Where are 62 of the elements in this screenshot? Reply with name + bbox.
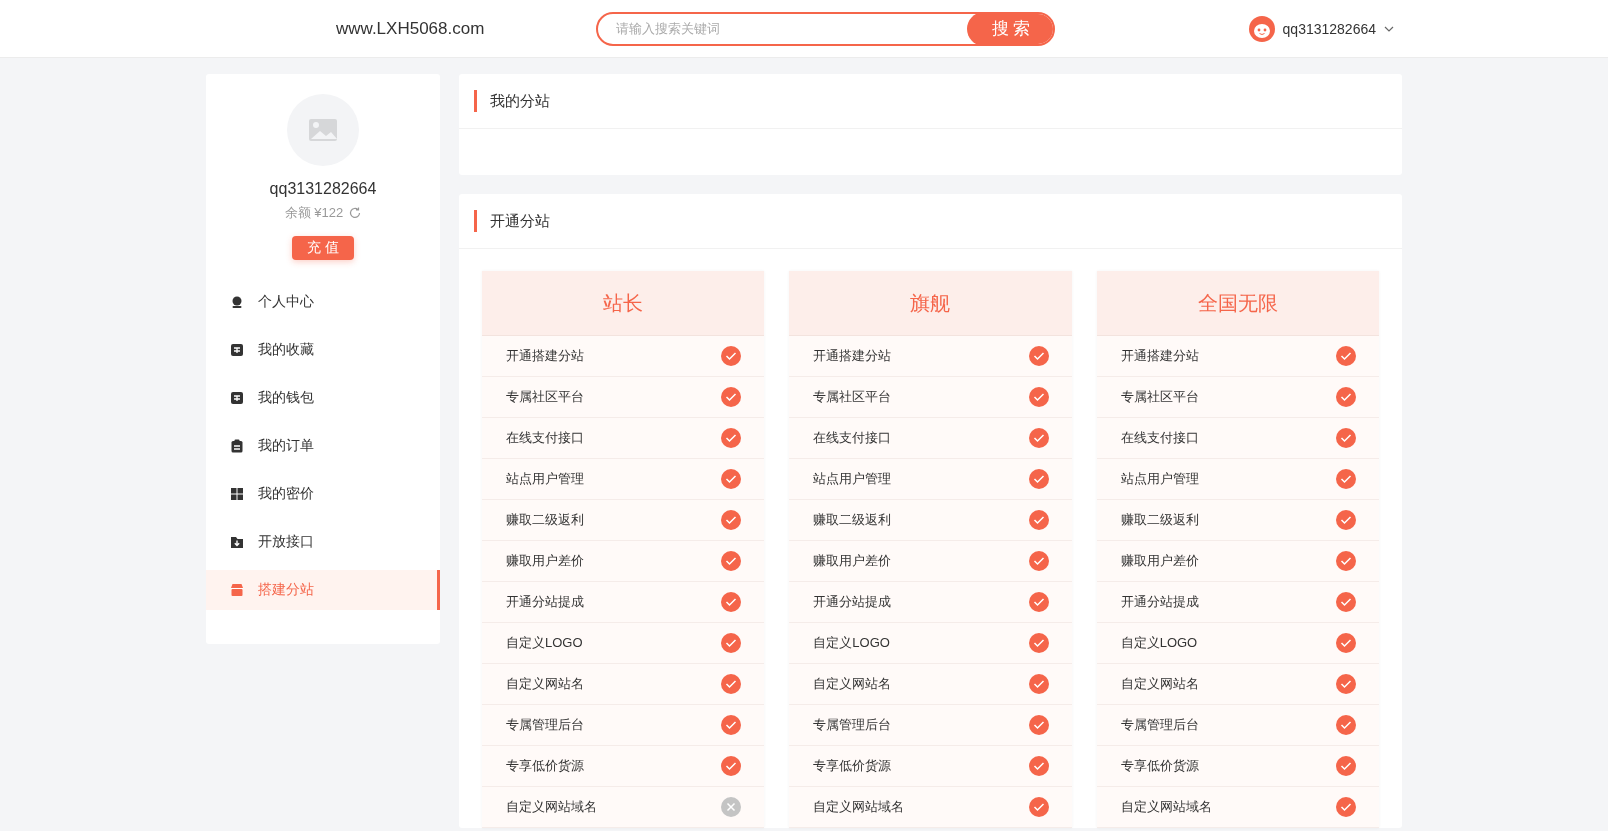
feature-label: 专享低价货源 xyxy=(506,757,584,775)
feature-label: 在线支付接口 xyxy=(506,429,584,447)
feature-label: 自定义网站名 xyxy=(506,675,584,693)
username: qq3131282664 xyxy=(269,180,377,198)
feature-label: 自定义LOGO xyxy=(1120,634,1198,652)
refresh-icon[interactable] xyxy=(349,207,362,219)
feature-label: 专属社区平台 xyxy=(813,388,892,406)
sidebar-item[interactable]: 开放接口 xyxy=(206,522,440,562)
plan-title: 站长 xyxy=(482,271,765,336)
sidebar-item[interactable]: 我的钱包 xyxy=(206,378,440,418)
sidebar-item[interactable]: 我的收藏 xyxy=(206,330,440,370)
folder-download-icon xyxy=(230,535,244,549)
section-title: 我的分站 xyxy=(490,91,550,111)
feature-label: 站点用户管理 xyxy=(506,470,584,488)
feature-label: 在线支付接口 xyxy=(813,429,892,447)
plan-title: 旗舰 xyxy=(789,271,1072,336)
avatar-icon[interactable] xyxy=(1248,15,1275,42)
feature-label: 自定义网站域名 xyxy=(506,798,597,816)
username[interactable]: qq3131282664 xyxy=(1282,20,1376,37)
feature-label: 自定义网站名 xyxy=(813,675,892,693)
feature-label: 在线支付接口 xyxy=(1120,429,1199,447)
site-name[interactable]: www.LXH5068.com xyxy=(336,18,536,39)
feature-label: 开通分站提成 xyxy=(506,593,584,611)
feature-label: 赚取二级返利 xyxy=(1120,511,1199,529)
note-icon xyxy=(230,343,244,357)
clipboard-icon xyxy=(230,439,244,453)
sidebar-item[interactable]: 我的订单 xyxy=(206,426,440,466)
feature-label: 赚取二级返利 xyxy=(813,511,892,529)
feature-label: 站点用户管理 xyxy=(813,470,892,488)
store-icon xyxy=(230,583,244,597)
feature-label: 自定义网站域名 xyxy=(1120,798,1212,816)
sidebar-item[interactable]: 我的密价 xyxy=(206,474,440,514)
sidebar-item[interactable]: 个人中心 xyxy=(206,282,440,322)
feature-label: 自定义网站域名 xyxy=(813,798,905,816)
feature-label: 开通搭建分站 xyxy=(506,347,584,365)
feature-label: 专享低价货源 xyxy=(1120,757,1199,775)
feature-label: 赚取用户差价 xyxy=(1120,552,1199,570)
feature-label: 自定义网站名 xyxy=(1120,675,1199,693)
feature-label: 专属社区平台 xyxy=(1120,388,1199,406)
feature-label: 专享低价货源 xyxy=(813,757,892,775)
grid-icon xyxy=(230,487,244,501)
feature-label: 专属管理后台 xyxy=(813,716,892,734)
feature-label: 开通搭建分站 xyxy=(813,347,892,365)
feature-label: 自定义LOGO xyxy=(506,634,583,652)
feature-label: 自定义LOGO xyxy=(813,634,890,652)
chevron-down-icon[interactable] xyxy=(1384,25,1394,32)
feature-label: 赚取用户差价 xyxy=(506,552,584,570)
feature-label: 专属管理后台 xyxy=(1120,716,1199,734)
note-icon xyxy=(230,391,244,405)
avatar-placeholder xyxy=(287,94,359,166)
feature-label: 赚取用户差价 xyxy=(813,552,892,570)
plan-title: 全国无限 xyxy=(1096,271,1379,336)
balance-text: 余额 ¥122 xyxy=(284,204,344,222)
feature-label: 专属社区平台 xyxy=(506,388,584,406)
user-icon xyxy=(230,295,244,309)
feature-label: 开通搭建分站 xyxy=(1120,347,1199,365)
feature-label: 专属管理后台 xyxy=(506,716,584,734)
feature-label: 赚取二级返利 xyxy=(506,511,584,529)
section-title: 开通分站 xyxy=(490,211,550,231)
feature-label: 开通分站提成 xyxy=(1120,593,1199,611)
feature-label: 开通分站提成 xyxy=(813,593,892,611)
feature-label: 站点用户管理 xyxy=(1120,470,1199,488)
